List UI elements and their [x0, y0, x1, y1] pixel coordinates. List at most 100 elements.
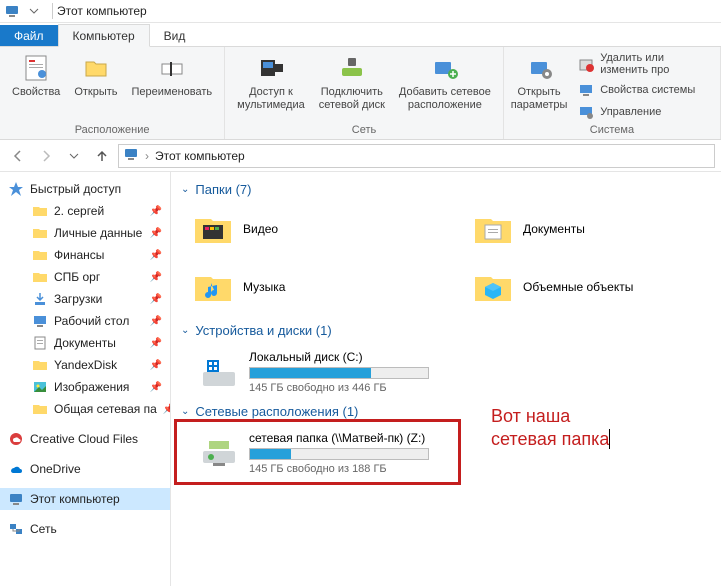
folder-documents-label: Документы	[523, 222, 585, 236]
download-icon	[32, 291, 48, 307]
sidebar-item[interactable]: YandexDisk📌	[0, 354, 170, 376]
folder-documents[interactable]: Документы	[473, 203, 721, 255]
breadcrumb-thispc[interactable]: Этот компьютер	[155, 149, 245, 163]
chevron-right-icon[interactable]: ›	[145, 149, 149, 163]
section-netloc-title: Сетевые расположения (1)	[195, 404, 358, 419]
picture-icon	[32, 379, 48, 395]
chevron-down-icon: ⌄	[181, 406, 189, 417]
pin-icon: 📌	[150, 382, 170, 393]
desktop-icon	[32, 313, 48, 329]
rename-icon	[156, 52, 188, 84]
sidebar-quick-access[interactable]: Быстрый доступ	[0, 178, 170, 200]
sidebar-item[interactable]: Общая сетевая па📌	[0, 398, 170, 420]
map-drive-button[interactable]: Подключить сетевой диск	[313, 49, 391, 122]
map-drive-icon	[336, 52, 368, 84]
star-icon	[8, 181, 24, 197]
main-content: ⌄ Папки (7) Видео Документы Музыка Объем…	[171, 172, 721, 586]
add-netloc-button[interactable]: Добавить сетевое расположение	[393, 49, 497, 122]
section-netloc[interactable]: ⌄ Сетевые расположения (1)	[181, 404, 711, 419]
sidebar-item-desktop[interactable]: Рабочий стол📌	[0, 310, 170, 332]
folder-icon	[32, 269, 48, 285]
sysprops-icon	[578, 82, 594, 98]
3d-icon	[473, 267, 513, 307]
section-folders[interactable]: ⌄ Папки (7)	[181, 182, 711, 197]
drive-free-text: 145 ГБ свободно из 188 ГБ	[249, 463, 457, 475]
nav-recent[interactable]	[62, 144, 86, 168]
tab-view[interactable]: Вид	[150, 25, 200, 46]
properties-button[interactable]: Свойства	[6, 49, 66, 122]
onedrive-icon	[8, 461, 24, 477]
sidebar-thispc[interactable]: Этот компьютер	[0, 488, 170, 510]
sidebar-item-pictures[interactable]: Изображения📌	[0, 376, 170, 398]
folder-icon	[32, 357, 48, 373]
sidebar-item[interactable]: 2. сергей📌	[0, 200, 170, 222]
folder-icon	[32, 247, 48, 263]
nav-tree: Быстрый доступ 2. сергей📌 Личные данные📌…	[0, 172, 171, 586]
sidebar-network[interactable]: Сеть	[0, 518, 170, 540]
manage-icon	[578, 104, 594, 120]
folder-videos[interactable]: Видео	[193, 203, 443, 255]
uninstall-button[interactable]: Удалить или изменить про	[574, 50, 710, 78]
drive-name: Локальный диск (C:)	[249, 350, 457, 364]
open-button[interactable]: Открыть	[68, 49, 123, 122]
pin-icon: 📌	[150, 250, 170, 261]
folder-music-label: Музыка	[243, 280, 285, 294]
pin-icon: 📌	[150, 228, 170, 239]
sidebar-item[interactable]: Личные данные📌	[0, 222, 170, 244]
rename-label: Переименовать	[132, 86, 213, 99]
videos-icon	[193, 209, 233, 249]
media-access-button[interactable]: Доступ к мультимедиа	[231, 49, 311, 122]
drive-usage-bar	[249, 448, 429, 460]
drive-network-z[interactable]: сетевая папка (\\Матвей-пк) (Z:) 145 ГБ …	[193, 425, 463, 481]
properties-icon	[20, 52, 52, 84]
tab-file[interactable]: Файл	[0, 25, 58, 46]
open-settings-label: Открыть параметры	[511, 86, 568, 112]
section-folders-title: Папки (7)	[195, 182, 251, 197]
manage-button[interactable]: Управление	[574, 102, 710, 122]
drive-local-c[interactable]: Локальный диск (C:) 145 ГБ свободно из 4…	[193, 344, 463, 400]
sidebar-item-documents[interactable]: Документы📌	[0, 332, 170, 354]
text-cursor	[609, 429, 610, 449]
sysprops-button[interactable]: Свойства системы	[574, 80, 710, 100]
dropdown-icon[interactable]	[26, 3, 42, 19]
open-settings-button[interactable]: Открыть параметры	[510, 49, 568, 122]
nav-forward[interactable]	[34, 144, 58, 168]
sidebar-item-downloads[interactable]: Загрузки📌	[0, 288, 170, 310]
drive-name: сетевая папка (\\Матвей-пк) (Z:)	[249, 431, 457, 445]
network-drive-icon	[199, 433, 239, 473]
folder-3d[interactable]: Объемные объекты	[473, 261, 721, 313]
sidebar-item[interactable]: СПБ орг📌	[0, 266, 170, 288]
nav-bar: › Этот компьютер	[0, 140, 721, 172]
annotation-text: Вот наша сетевая папка	[491, 405, 610, 452]
pin-icon: 📌	[150, 272, 170, 283]
rename-button[interactable]: Переименовать	[126, 49, 219, 122]
folder-icon	[32, 203, 48, 219]
sidebar-onedrive[interactable]: OneDrive	[0, 458, 170, 480]
pc-icon	[123, 146, 139, 165]
nav-up[interactable]	[90, 144, 114, 168]
media-icon	[255, 52, 287, 84]
group-label-network: Сеть	[231, 122, 497, 139]
address-bar[interactable]: › Этот компьютер	[118, 144, 715, 168]
add-netloc-label: Добавить сетевое расположение	[399, 86, 491, 112]
music-icon	[193, 267, 233, 307]
ribbon: Свойства Открыть Переименовать Расположе…	[0, 47, 721, 140]
nav-back[interactable]	[6, 144, 30, 168]
media-label: Доступ к мультимедиа	[237, 86, 305, 112]
cloud-icon	[8, 431, 24, 447]
sidebar-item[interactable]: Финансы📌	[0, 244, 170, 266]
ribbon-group-network: Доступ к мультимедиа Подключить сетевой …	[225, 47, 504, 139]
document-icon	[32, 335, 48, 351]
disk-icon	[199, 352, 239, 392]
tab-computer[interactable]: Компьютер	[58, 24, 150, 47]
sidebar-ccf[interactable]: Creative Cloud Files	[0, 428, 170, 450]
network-icon	[8, 521, 24, 537]
quick-access-label: Быстрый доступ	[30, 182, 121, 196]
section-drives[interactable]: ⌄ Устройства и диски (1)	[181, 323, 711, 338]
section-drives-title: Устройства и диски (1)	[195, 323, 331, 338]
ribbon-group-location: Свойства Открыть Переименовать Расположе…	[0, 47, 225, 139]
open-icon	[80, 52, 112, 84]
group-label-location: Расположение	[6, 122, 218, 139]
folder-music[interactable]: Музыка	[193, 261, 443, 313]
uninstall-icon	[578, 56, 594, 72]
